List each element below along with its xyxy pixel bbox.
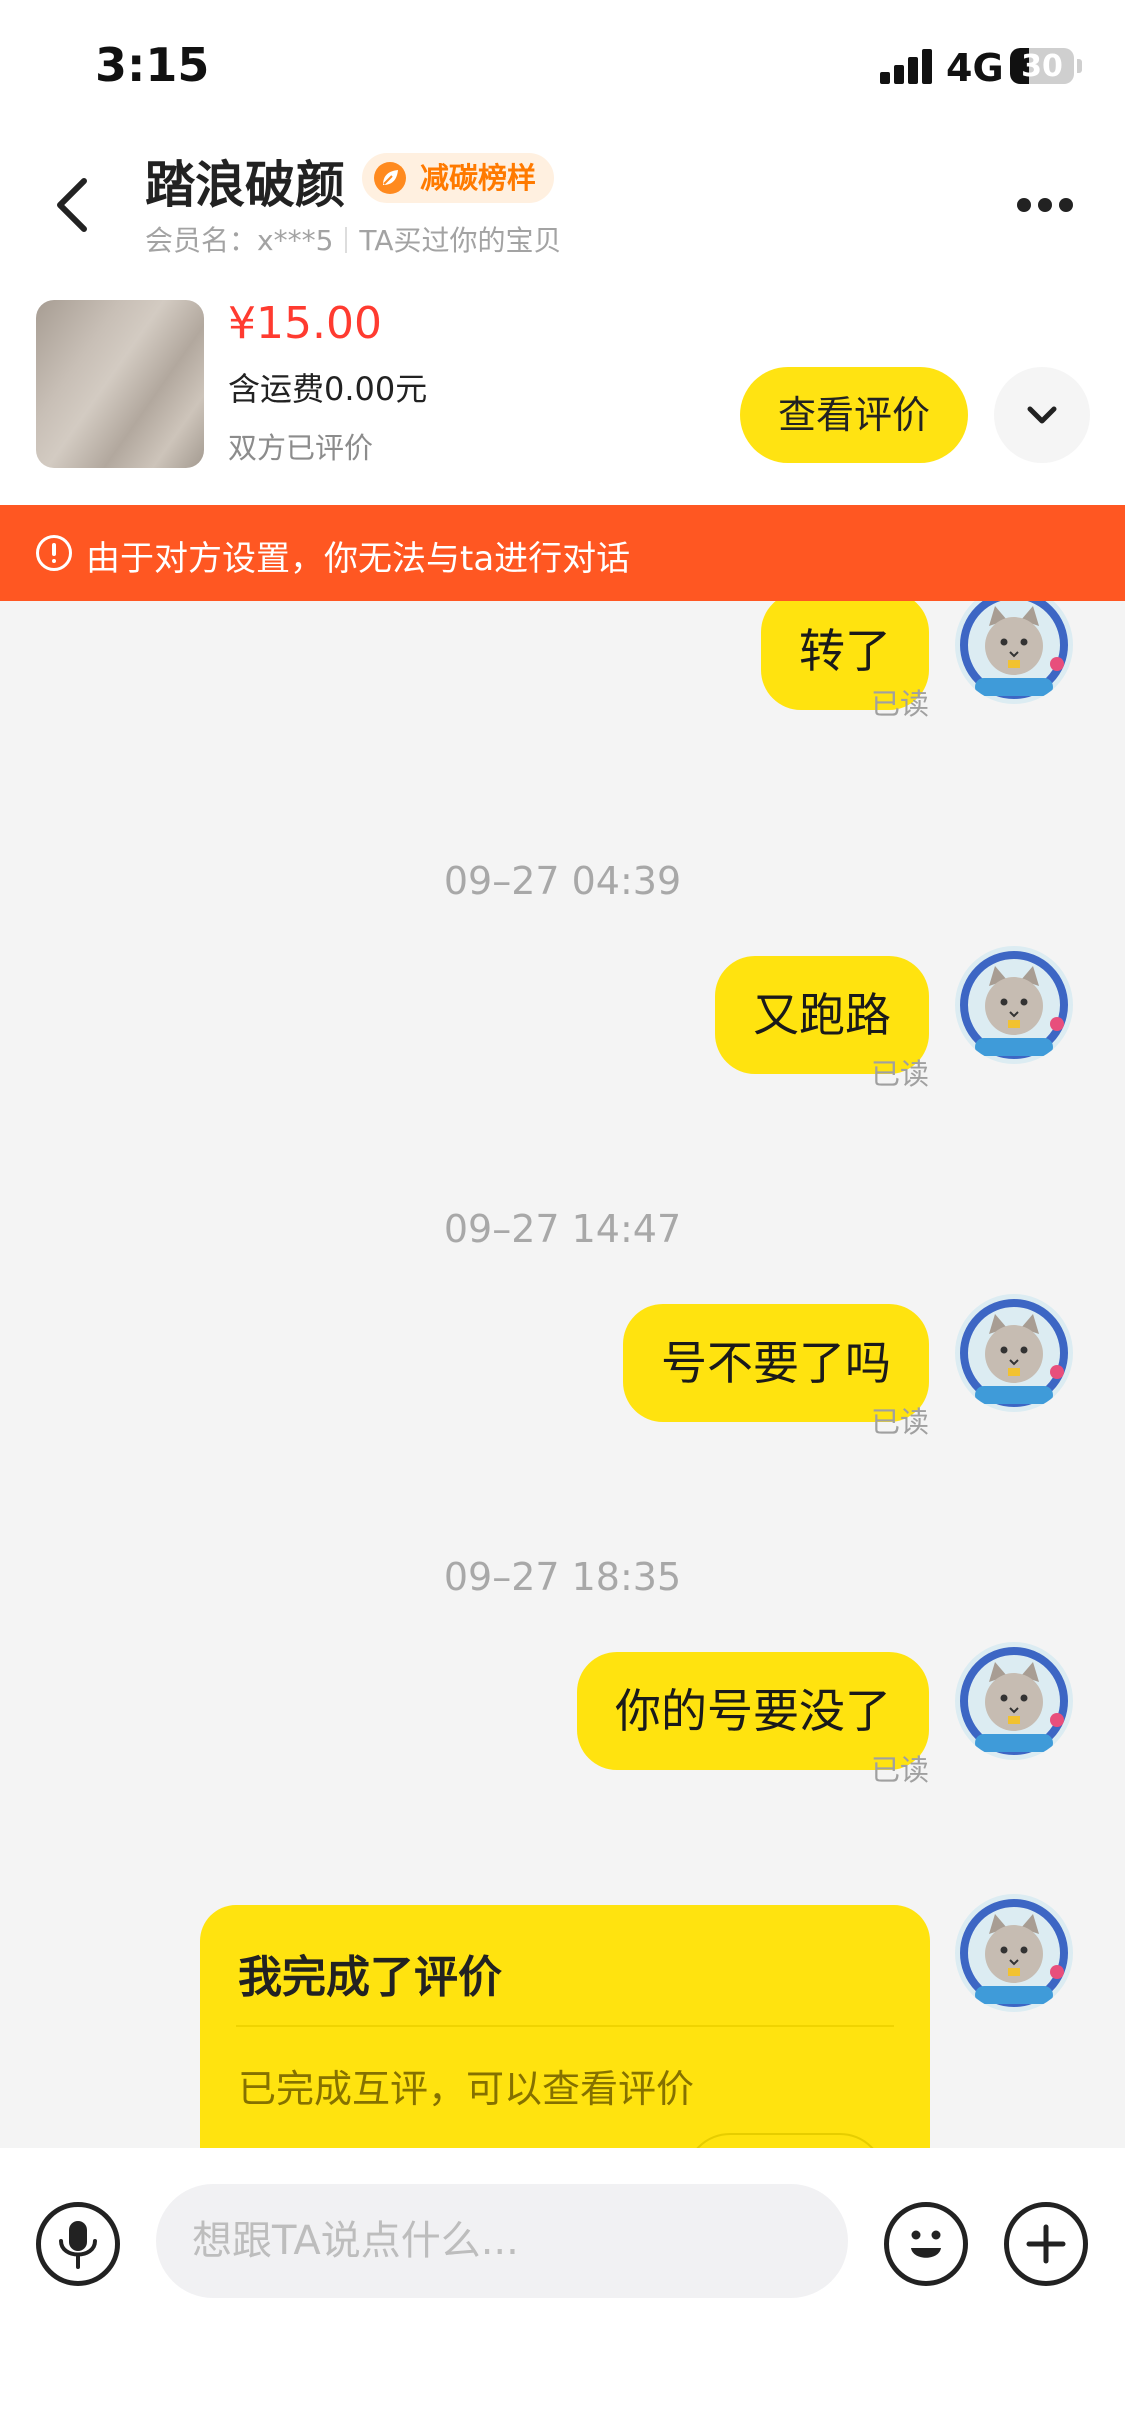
- status-time: 3:15: [95, 38, 210, 92]
- alert-banner: 由于对方设置，你无法与ta进行对话: [0, 505, 1125, 601]
- cat-avatar-icon: [960, 1647, 1068, 1755]
- cat-avatar-icon: [960, 1899, 1068, 2007]
- review-card-title: 我完成了评价: [238, 1952, 502, 2003]
- user-avatar[interactable]: [955, 1642, 1073, 1760]
- product-card: ¥15.00 含运费0.00元 双方已评价 查看评价: [0, 270, 1125, 505]
- emoji-icon: [911, 2230, 941, 2258]
- purchase-note: TA买过你的宝贝: [359, 224, 562, 257]
- user-avatar[interactable]: [955, 946, 1073, 1064]
- battery-level: 30: [1021, 49, 1063, 84]
- input-bar: [0, 2148, 1125, 2436]
- review-status: 双方已评价: [228, 431, 374, 465]
- more-options-button[interactable]: [1010, 190, 1080, 220]
- chevron-down-icon: [1027, 406, 1057, 424]
- contact-name[interactable]: 踏浪破颜: [145, 145, 345, 217]
- review-card-divider: [236, 2025, 894, 2027]
- back-button[interactable]: [40, 165, 110, 245]
- expand-button[interactable]: [994, 367, 1090, 463]
- signal-icon: [880, 48, 936, 84]
- more-dots-icon: [1038, 198, 1052, 212]
- emoji-button[interactable]: [884, 2202, 968, 2286]
- message-input[interactable]: [156, 2184, 848, 2298]
- chat-header: 踏浪破颜 减碳榜样 会员名：x***5 TA买过你的宝贝: [0, 135, 1125, 270]
- divider: [345, 227, 348, 253]
- message-timestamp: 09–27 04:39: [443, 859, 682, 903]
- cat-avatar-icon: [960, 1299, 1068, 1407]
- read-status: 已读: [870, 687, 929, 721]
- cat-avatar-icon: [960, 601, 1068, 699]
- battery-icon: 30: [1010, 48, 1074, 84]
- message-timestamp: 09–27 18:35: [443, 1555, 682, 1599]
- read-status: 已读: [870, 1057, 929, 1091]
- product-shipping: 含运费0.00元: [228, 370, 428, 408]
- user-avatar[interactable]: [955, 1894, 1073, 2012]
- member-name: 会员名：x***5: [145, 224, 334, 257]
- chat-area[interactable]: 转了 已读 09–27 04:39 又跑路 已读 09–27 14:47 号不要…: [0, 601, 1125, 2148]
- leaf-icon: [374, 162, 406, 194]
- cat-avatar-icon: [960, 951, 1068, 1059]
- more-dots-icon: [1017, 198, 1031, 212]
- read-status: 已读: [870, 1753, 929, 1787]
- alert-text: 由于对方设置，你无法与ta进行对话: [86, 539, 631, 579]
- voice-button[interactable]: [36, 2202, 120, 2286]
- product-thumbnail[interactable]: [36, 300, 204, 468]
- plus-icon: [1026, 2224, 1066, 2264]
- microphone-icon: [59, 2221, 97, 2269]
- badge-label: 减碳榜样: [420, 161, 537, 195]
- read-status: 已读: [870, 1405, 929, 1439]
- back-arrow-icon: [57, 178, 87, 232]
- user-avatar[interactable]: [955, 601, 1073, 704]
- message-timestamp: 09–27 14:47: [443, 1207, 682, 1251]
- alert-circle-icon: [36, 535, 72, 571]
- plus-button[interactable]: [1004, 2202, 1088, 2286]
- user-avatar[interactable]: [955, 1294, 1073, 1412]
- battery-tip: [1077, 59, 1082, 73]
- review-card-subtitle: 已完成互评，可以查看评价: [238, 2067, 695, 2111]
- review-card[interactable]: 我完成了评价 已完成互评，可以查看评价: [200, 1905, 930, 2148]
- status-bar: 3:15 4G 30: [0, 0, 1125, 135]
- product-price: ¥15.00: [228, 298, 382, 349]
- eco-badge[interactable]: 减碳榜样: [362, 153, 555, 203]
- view-review-button[interactable]: 查看评价: [740, 367, 968, 463]
- review-card-button[interactable]: [685, 2133, 885, 2148]
- member-info: 会员名：x***5 TA买过你的宝贝: [145, 219, 561, 259]
- more-dots-icon: [1059, 198, 1073, 212]
- network-type: 4G: [946, 46, 1004, 90]
